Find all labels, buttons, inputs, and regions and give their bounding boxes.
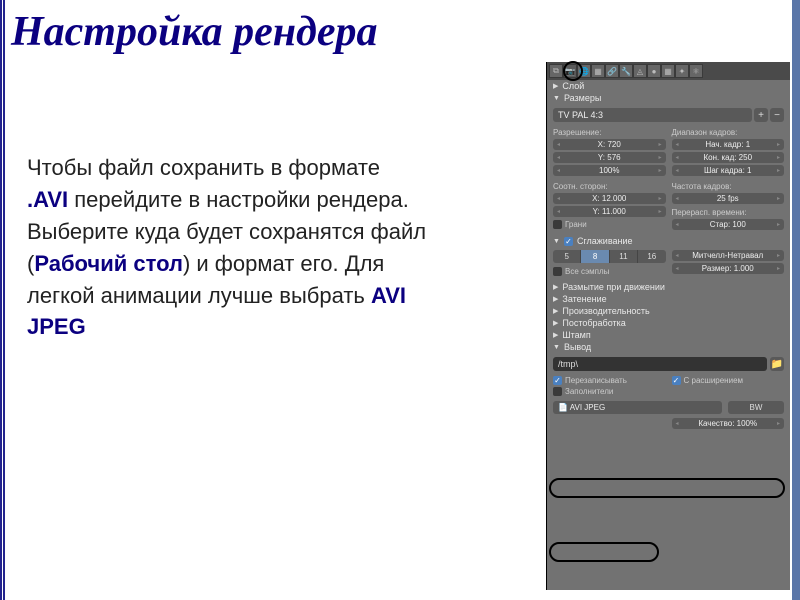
aa-size-field[interactable]: Размер: 1.000 bbox=[672, 263, 785, 274]
color-mode-bw[interactable]: BW bbox=[728, 401, 784, 414]
aspect-y-field[interactable]: Y: 11.000 bbox=[553, 206, 666, 217]
aa-enable-checkbox[interactable] bbox=[564, 237, 573, 246]
panel-aa[interactable]: Сглаживание bbox=[547, 235, 790, 247]
overwrite-checkbox[interactable]: Перезаписывать bbox=[553, 375, 666, 386]
border-checkbox[interactable]: Грани bbox=[553, 219, 666, 230]
panel-dimensions[interactable]: Размеры bbox=[547, 92, 790, 104]
panel-performance[interactable]: Производительность bbox=[547, 305, 790, 317]
panel-label: Постобработка bbox=[562, 318, 625, 328]
panel-label: Затенение bbox=[562, 294, 606, 304]
time-remap-label: Перерасп. времени: bbox=[672, 206, 785, 219]
quality-field[interactable]: Качество: 100% bbox=[672, 418, 785, 429]
aa-8[interactable]: 8 bbox=[581, 250, 609, 263]
time-remap-field[interactable]: Стар: 100 bbox=[672, 219, 785, 230]
res-y-field[interactable]: Y: 576 bbox=[553, 152, 666, 163]
tab-icon[interactable]: ⚛ bbox=[689, 64, 703, 78]
text: перейдите в настройки рендера. bbox=[68, 187, 409, 212]
annotation-oval-output-path bbox=[549, 478, 785, 498]
panel-post[interactable]: Постобработка bbox=[547, 317, 790, 329]
resolution-label: Разрешение: bbox=[553, 126, 666, 139]
render-preset-dropdown[interactable]: TV PAL 4:3 bbox=[553, 108, 752, 122]
panel-label: Сглаживание bbox=[577, 236, 633, 246]
text: выбрать bbox=[279, 283, 371, 308]
browse-folder-button[interactable]: 📁 bbox=[770, 357, 784, 371]
highlight-desktop: Рабочий стол bbox=[34, 251, 183, 276]
frame-end-field[interactable]: Кон. кад: 250 bbox=[672, 152, 785, 163]
fps-field[interactable]: 25 fps bbox=[672, 193, 785, 204]
fps-label: Частота кадров: bbox=[672, 180, 785, 193]
tab-icon[interactable]: ✦ bbox=[675, 64, 689, 78]
tab-icon[interactable]: 🔧 bbox=[619, 64, 633, 78]
preset-value: TV PAL 4:3 bbox=[558, 110, 603, 120]
aa-16[interactable]: 16 bbox=[638, 250, 665, 263]
preset-remove-button[interactable]: − bbox=[770, 108, 784, 122]
text: ) и формат его. bbox=[183, 251, 339, 276]
properties-header-tabs[interactable]: ⧉ 📷 🌐 ▦ 🔗 🔧 ◬ ● ▦ ✦ ⚛ bbox=[547, 62, 790, 80]
placeholders-checkbox[interactable]: Заполнители bbox=[553, 386, 666, 397]
panel-output[interactable]: Вывод bbox=[547, 341, 790, 353]
aspect-x-field[interactable]: X: 12.000 bbox=[553, 193, 666, 204]
aa-samples-buttons[interactable]: 5 8 11 16 bbox=[553, 250, 666, 263]
output-path-field[interactable]: /tmp\ bbox=[553, 357, 767, 371]
blender-render-panel: ⧉ 📷 🌐 ▦ 🔗 🔧 ◬ ● ▦ ✦ ⚛ Слой Размеры TV PA… bbox=[546, 62, 790, 590]
panel-label: Слой bbox=[562, 81, 584, 91]
panel-motion-blur[interactable]: Размытие при движении bbox=[547, 281, 790, 293]
tab-icon[interactable]: ◬ bbox=[633, 64, 647, 78]
text: Выберите куда будет сохранятся bbox=[27, 219, 365, 244]
aa-filter-dropdown[interactable]: Митчелл-Нетравал bbox=[672, 250, 785, 261]
panel-shading[interactable]: Затенение bbox=[547, 293, 790, 305]
highlight-avi: .AVI bbox=[27, 187, 68, 212]
preset-add-button[interactable]: + bbox=[754, 108, 768, 122]
res-x-field[interactable]: X: 720 bbox=[553, 139, 666, 150]
aspect-label: Соотн. сторон: bbox=[553, 180, 666, 193]
full-sample-checkbox[interactable]: Все сэмплы bbox=[553, 266, 666, 277]
tab-icon[interactable]: 🔗 bbox=[605, 64, 619, 78]
frame-step-field[interactable]: Шаг кадра: 1 bbox=[672, 165, 785, 176]
panel-label: Размытие при движении bbox=[562, 282, 665, 292]
panel-layers[interactable]: Слой bbox=[547, 80, 790, 92]
tab-icon[interactable]: ▦ bbox=[661, 64, 675, 78]
panel-stamp[interactable]: Штамп bbox=[547, 329, 790, 341]
aa-5[interactable]: 5 bbox=[553, 250, 581, 263]
panel-label: Вывод bbox=[564, 342, 591, 352]
panel-label: Штамп bbox=[562, 330, 590, 340]
render-tab-icon[interactable]: 📷 bbox=[563, 64, 577, 78]
annotation-oval-file-format bbox=[549, 542, 659, 562]
file-format-dropdown[interactable]: 📄 AVI JPEG bbox=[553, 401, 722, 414]
slide-title: Настройка рендера bbox=[5, 0, 800, 60]
body-paragraph: Чтобы файл сохранить в формате .AVI пере… bbox=[27, 152, 427, 343]
panel-label: Производительность bbox=[562, 306, 649, 316]
tab-icon[interactable]: ● bbox=[647, 64, 661, 78]
extensions-checkbox[interactable]: С расширением bbox=[672, 375, 785, 386]
tab-icon[interactable]: 🌐 bbox=[577, 64, 591, 78]
frame-range-label: Диапазон кадров: bbox=[672, 126, 785, 139]
aa-11[interactable]: 11 bbox=[610, 250, 638, 263]
frame-start-field[interactable]: Нач. кадр: 1 bbox=[672, 139, 785, 150]
panel-label: Размеры bbox=[564, 93, 601, 103]
res-percent-field[interactable]: 100% bbox=[553, 165, 666, 176]
tab-icon[interactable]: ▦ bbox=[591, 64, 605, 78]
slide-edge bbox=[792, 0, 800, 600]
text: Чтобы файл сохранить в формате bbox=[27, 155, 380, 180]
tab-icon[interactable]: ⧉ bbox=[549, 64, 563, 78]
